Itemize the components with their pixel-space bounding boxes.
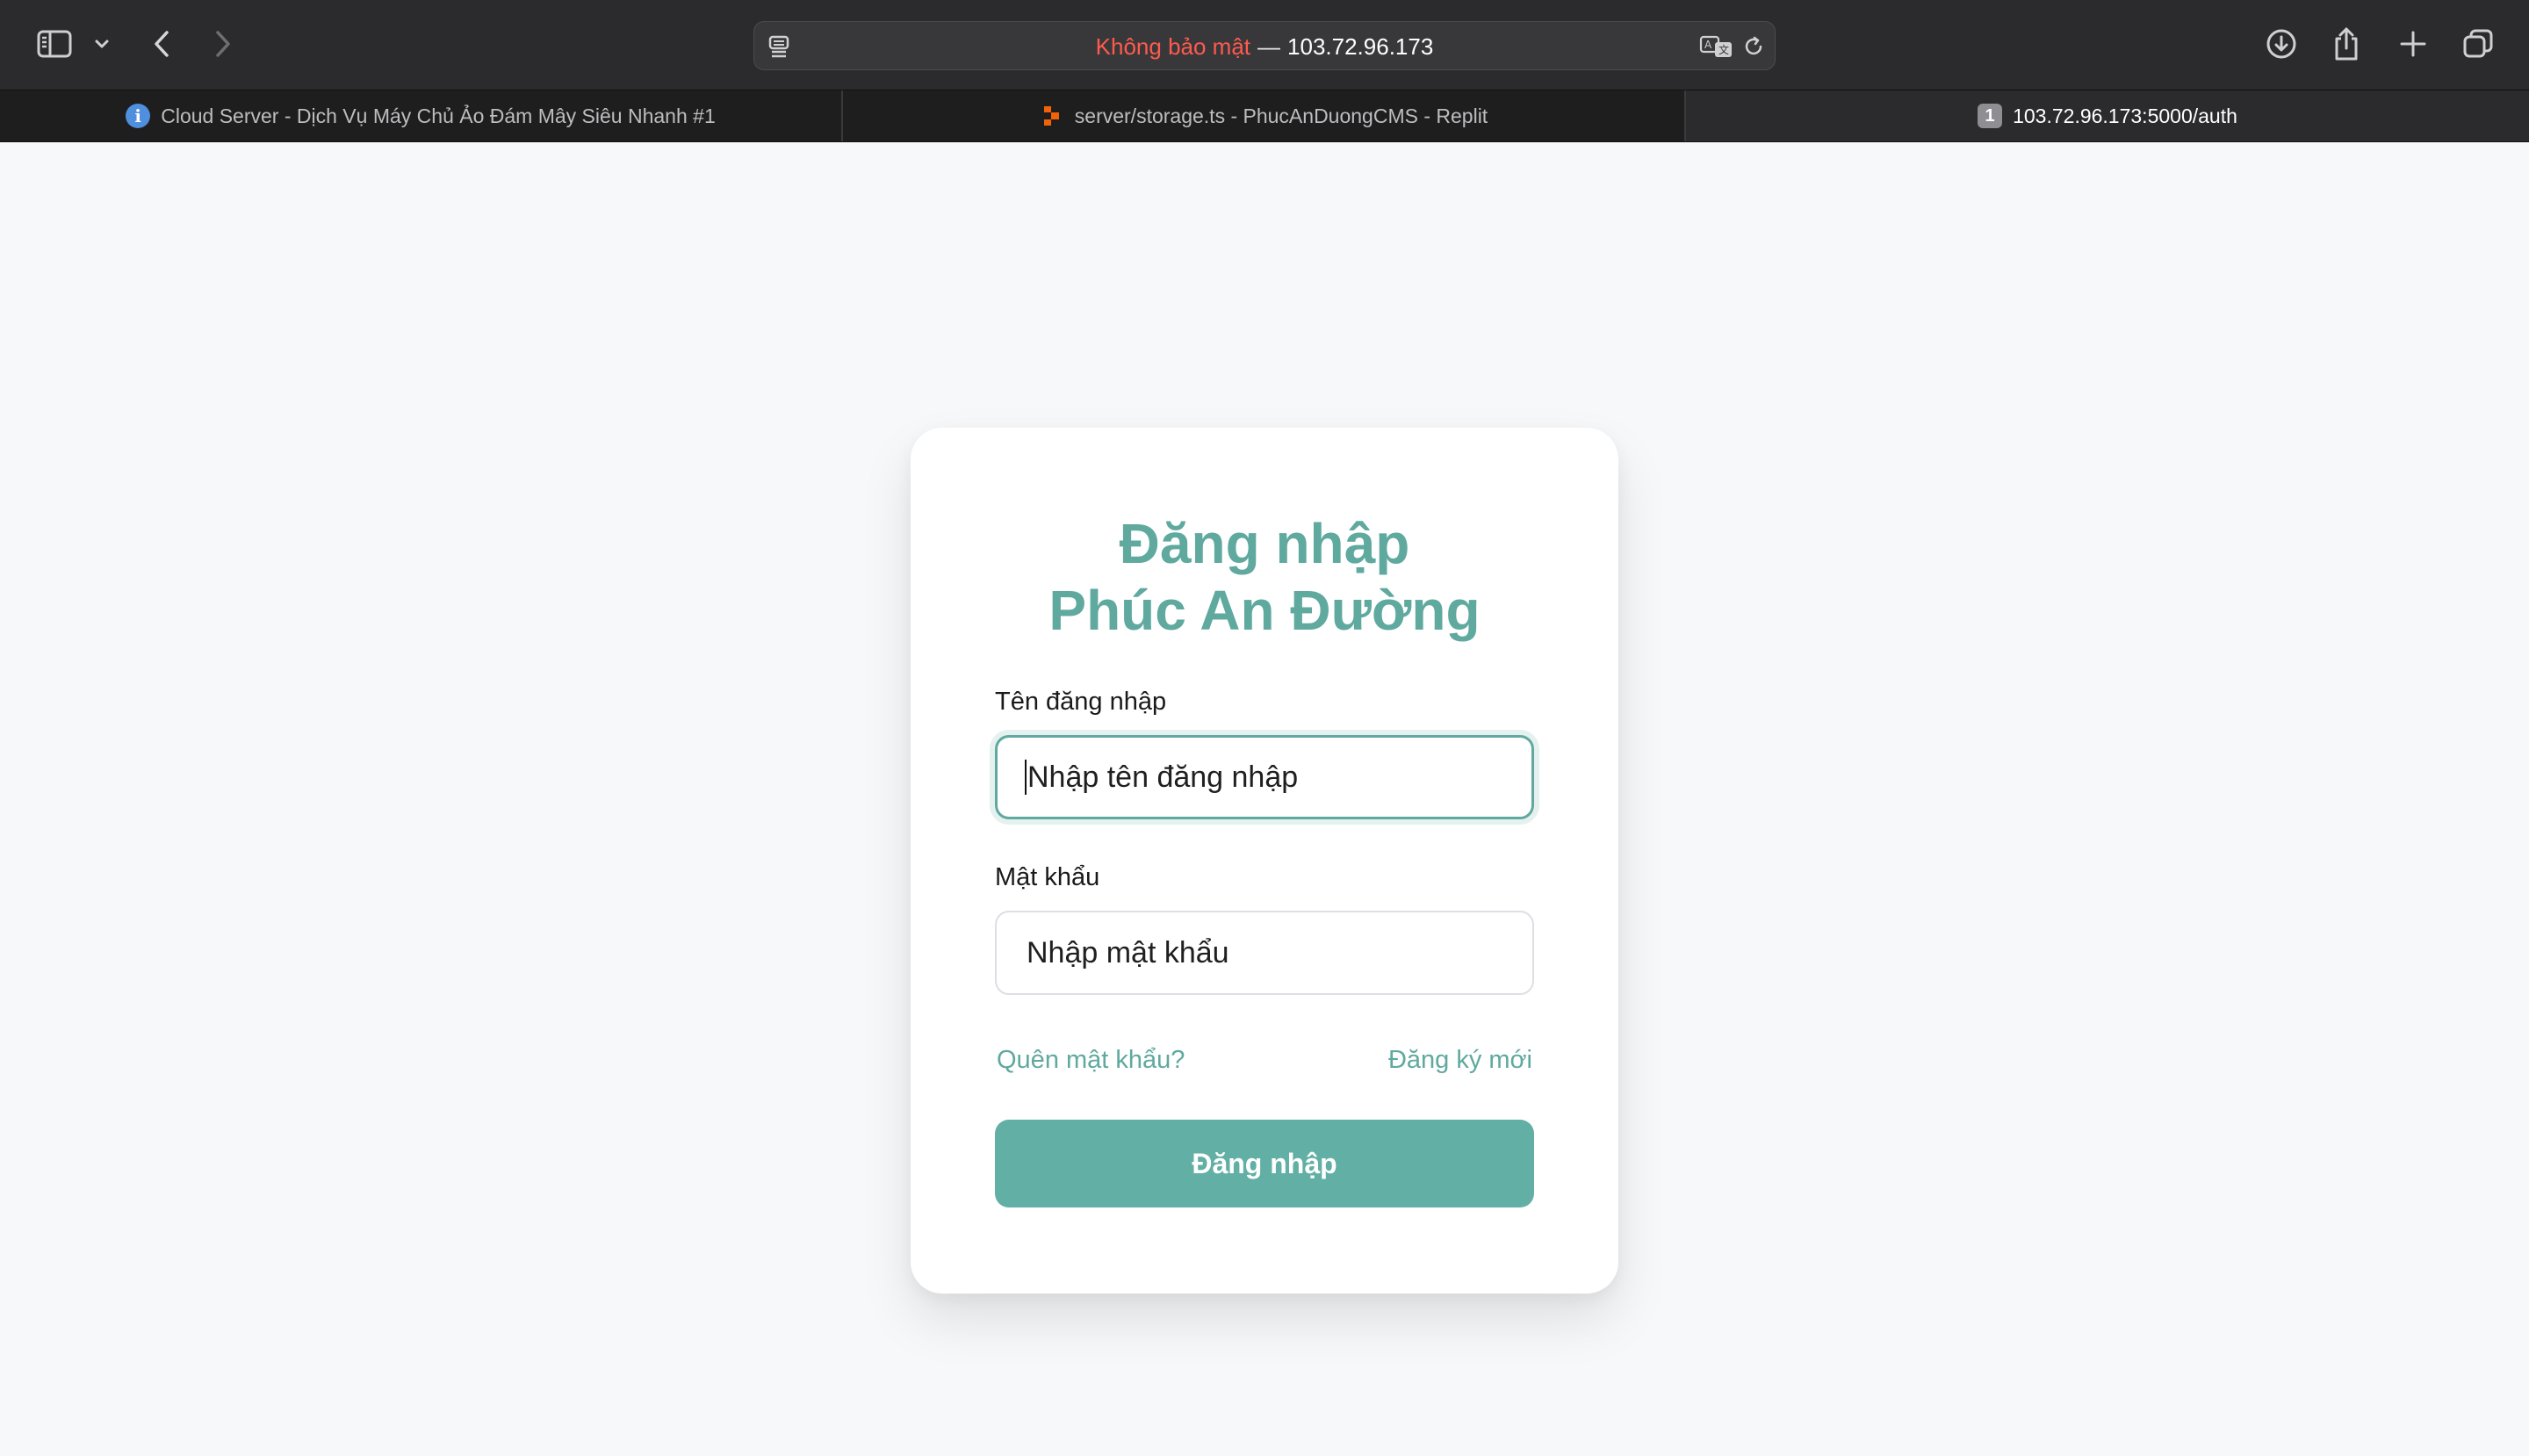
password-label: Mật khẩu [995, 863, 1100, 891]
tab-title: 103.72.96.173:5000/auth [2013, 104, 2237, 127]
number-badge-icon: 1 [1978, 104, 2003, 128]
sidebar-icon [37, 30, 72, 58]
url-text[interactable]: Không bảo mật — 103.72.96.173 [754, 22, 1775, 71]
register-link[interactable]: Đăng ký mới [1388, 1046, 1532, 1075]
text-caret [1025, 760, 1027, 795]
translate-icon[interactable]: A 文 [1699, 34, 1734, 59]
login-button[interactable]: Đăng nhập [995, 1120, 1534, 1207]
replit-icon [1040, 104, 1064, 128]
page-content: Đăng nhập Phúc An Đường Tên đăng nhập Mậ… [0, 142, 2529, 1456]
login-title-line2: Phúc An Đường [1048, 579, 1481, 642]
login-title-line1: Đăng nhập [1119, 512, 1410, 575]
username-input[interactable] [995, 735, 1534, 819]
tab-title: server/storage.ts - PhucAnDuongCMS - Rep… [1074, 104, 1488, 127]
chevron-right-icon [216, 31, 230, 57]
tab-bar: i Cloud Server - Dịch Vụ Máy Chủ Ảo Đám … [0, 90, 2529, 142]
password-input[interactable] [995, 911, 1534, 995]
tab-overview-icon [2463, 29, 2493, 58]
security-warning-label: Không bảo mật [1095, 32, 1251, 60]
forgot-password-link[interactable]: Quên mật khẩu? [997, 1046, 1185, 1075]
browser-tab-active[interactable]: 1 103.72.96.173:5000/auth [1686, 90, 2529, 141]
browser-toolbar: Không bảo mật — 103.72.96.173 A 文 [0, 0, 2529, 90]
reload-icon[interactable] [1741, 34, 1766, 59]
browser-tab[interactable]: server/storage.ts - PhucAnDuongCMS - Rep… [843, 90, 1684, 141]
new-tab-button[interactable] [2396, 26, 2431, 61]
downloads-button[interactable] [2264, 26, 2299, 61]
login-title: Đăng nhập Phúc An Đường [911, 510, 1618, 644]
download-icon [2266, 29, 2296, 59]
login-card: Đăng nhập Phúc An Đường Tên đăng nhập Mậ… [911, 428, 1618, 1294]
sidebar-toggle-button[interactable] [33, 26, 76, 61]
tab-title: Cloud Server - Dịch Vụ Máy Chủ Ảo Đám Mâ… [161, 104, 716, 127]
url-host: 103.72.96.173 [1287, 32, 1434, 60]
url-separator: — [1257, 32, 1281, 60]
username-label: Tên đăng nhập [995, 688, 1167, 716]
plus-icon [2400, 31, 2426, 57]
share-button[interactable] [2331, 25, 2362, 63]
info-icon: i [126, 104, 151, 128]
forward-button[interactable] [207, 25, 239, 63]
chevron-down-icon [95, 40, 109, 48]
share-icon [2335, 27, 2358, 61]
svg-text:文: 文 [1718, 43, 1729, 56]
chevron-left-icon [155, 31, 169, 57]
tab-group-dropdown-button[interactable] [90, 32, 114, 56]
tab-overview-button[interactable] [2461, 26, 2496, 61]
back-button[interactable] [146, 25, 177, 63]
svg-text:A: A [1704, 39, 1712, 51]
browser-tab[interactable]: i Cloud Server - Dịch Vụ Máy Chủ Ảo Đám … [0, 90, 841, 141]
address-bar[interactable]: Không bảo mật — 103.72.96.173 A 文 [753, 21, 1776, 70]
